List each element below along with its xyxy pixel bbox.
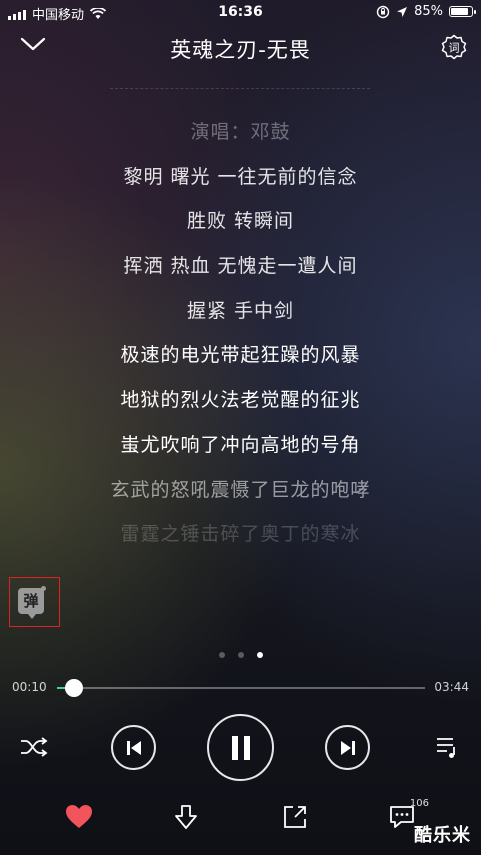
- song-title: 英魂之刃-无畏: [170, 38, 311, 62]
- share-button[interactable]: [282, 804, 308, 834]
- shuffle-icon: [21, 737, 48, 757]
- lyric-line: 地狱的烈火法老觉醒的征兆: [120, 389, 361, 412]
- lyric-line: 黎明 曙光 一往无前的信念: [123, 165, 358, 188]
- seek-track[interactable]: [57, 679, 425, 697]
- seek-handle[interactable]: [64, 679, 83, 697]
- status-right: 85%: [376, 4, 476, 19]
- pause-button[interactable]: [207, 714, 274, 781]
- pause-icon: [231, 735, 250, 760]
- lyric-settings-button[interactable]: 词: [441, 34, 467, 64]
- previous-icon: [126, 740, 141, 755]
- share-icon: [284, 806, 306, 828]
- lyric-line: 极速的电光带起狂躁的风暴: [120, 344, 361, 367]
- watermark: 酷乐米: [414, 825, 471, 846]
- page-dot-active[interactable]: [256, 652, 263, 658]
- lyric-line: 演唱：邓鼓: [190, 121, 291, 143]
- lyric-line: 握紧 手中剑: [186, 299, 295, 322]
- previous-button[interactable]: [111, 725, 156, 770]
- page-dot[interactable]: [218, 652, 225, 658]
- lyric-settings-label: 词: [449, 42, 460, 55]
- download-icon: [175, 805, 197, 829]
- shuffle-button[interactable]: [20, 736, 48, 762]
- playlist-icon: [437, 738, 455, 758]
- total-time: 03:44: [434, 680, 469, 694]
- lyrics-panel[interactable]: 演唱：邓鼓 黎明 曙光 一往无前的信念 胜败 转瞬间 挥洒 热血 无愧走一遭人间…: [0, 110, 481, 557]
- status-bar: 中国移动 16:36 85%: [0, 0, 481, 26]
- header-divider: [110, 88, 370, 89]
- download-button[interactable]: [173, 804, 199, 836]
- rotation-lock-icon: [376, 5, 390, 18]
- like-button[interactable]: [65, 804, 93, 834]
- location-icon: [397, 6, 408, 17]
- comment-count-badge: 106: [409, 798, 429, 809]
- lyric-line: 雷霆之锤击碎了奥丁的寒冰: [120, 523, 361, 546]
- gear-icon: 词: [441, 34, 467, 60]
- lyric-line: 挥洒 热血 无愧走一遭人间: [123, 255, 358, 278]
- danmu-highlight: 弹: [9, 577, 60, 627]
- next-icon: [340, 740, 355, 755]
- playlist-button[interactable]: [435, 735, 459, 763]
- danmu-button[interactable]: 弹: [18, 586, 46, 619]
- heart-icon: [66, 805, 92, 828]
- danmu-dot: [41, 586, 46, 591]
- playback-controls: [0, 712, 481, 782]
- battery-icon: [449, 6, 476, 17]
- battery-percent: 85%: [414, 4, 443, 19]
- elapsed-time: 00:10: [12, 680, 47, 694]
- next-button[interactable]: [325, 725, 370, 770]
- page-dot[interactable]: [237, 652, 244, 658]
- lyric-line: 蚩尤吹响了冲向高地的号角: [120, 433, 361, 456]
- comment-button[interactable]: 106: [389, 798, 429, 834]
- header: 英魂之刃-无畏 词: [0, 30, 481, 70]
- progress-bar: 00:10 03:44: [0, 677, 481, 699]
- page-indicator: [0, 652, 481, 658]
- bottom-actions: 106: [0, 798, 481, 840]
- lyric-line: 玄武的怒吼震慑了巨龙的咆哮: [110, 478, 371, 501]
- lyric-line: 胜败 转瞬间: [186, 210, 295, 233]
- danmu-label: 弹: [23, 592, 39, 610]
